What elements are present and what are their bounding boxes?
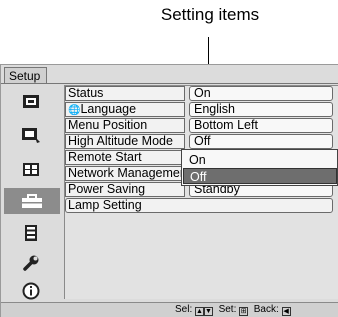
- setting-value[interactable]: On: [189, 86, 333, 101]
- wrench-icon[interactable]: [20, 254, 42, 272]
- setup-toolbox-icon[interactable]: [4, 188, 60, 214]
- menu-list-icon[interactable]: [20, 224, 42, 242]
- setting-value[interactable]: Off: [189, 134, 333, 149]
- down-arrow-key-icon: ▼: [204, 307, 214, 316]
- screen-icon[interactable]: [20, 160, 42, 178]
- dropdown-option-off[interactable]: Off: [183, 168, 337, 184]
- setting-label: Network Management: [65, 166, 185, 181]
- setting-label: Language: [80, 102, 137, 116]
- setting-value[interactable]: Bottom Left: [189, 118, 333, 133]
- globe-icon: 🌐: [68, 105, 81, 116]
- callout-leader-line: [208, 37, 209, 66]
- setting-label: Lamp Setting: [65, 198, 333, 213]
- set-hint-label: Set:: [218, 304, 237, 315]
- status-bar: Sel: ▲ ▼ Set: ⊞ Back: ◀: [1, 302, 338, 317]
- status-hints: Sel: ▲ ▼ Set: ⊞ Back: ◀: [175, 303, 291, 317]
- setting-label: Remote Start: [65, 150, 185, 165]
- sel-hint-label: Sel:: [175, 304, 193, 315]
- picture-icon[interactable]: [20, 92, 42, 110]
- back-hint-label: Back:: [253, 304, 279, 315]
- setup-tab[interactable]: Setup: [4, 67, 48, 84]
- setting-label: Menu Position: [65, 118, 185, 133]
- left-arrow-key-icon: ◀: [281, 307, 291, 316]
- info-icon[interactable]: [20, 282, 42, 300]
- callout-title: Setting items: [160, 5, 260, 24]
- setting-label-wrap: 🌐Language: [65, 102, 185, 117]
- setting-label: Status: [65, 86, 185, 101]
- up-arrow-key-icon: ▲: [195, 307, 205, 316]
- picture-adjust-icon[interactable]: [20, 126, 42, 144]
- setting-label: Power Saving: [65, 182, 185, 197]
- menu-sidebar: [1, 84, 63, 302]
- dropdown-option-on[interactable]: On: [183, 152, 337, 168]
- setting-label: High Altitude Mode: [65, 134, 185, 149]
- enter-key-icon: ⊞: [239, 307, 249, 316]
- remote-start-dropdown[interactable]: On Off: [181, 149, 338, 186]
- setting-value[interactable]: English: [189, 102, 333, 117]
